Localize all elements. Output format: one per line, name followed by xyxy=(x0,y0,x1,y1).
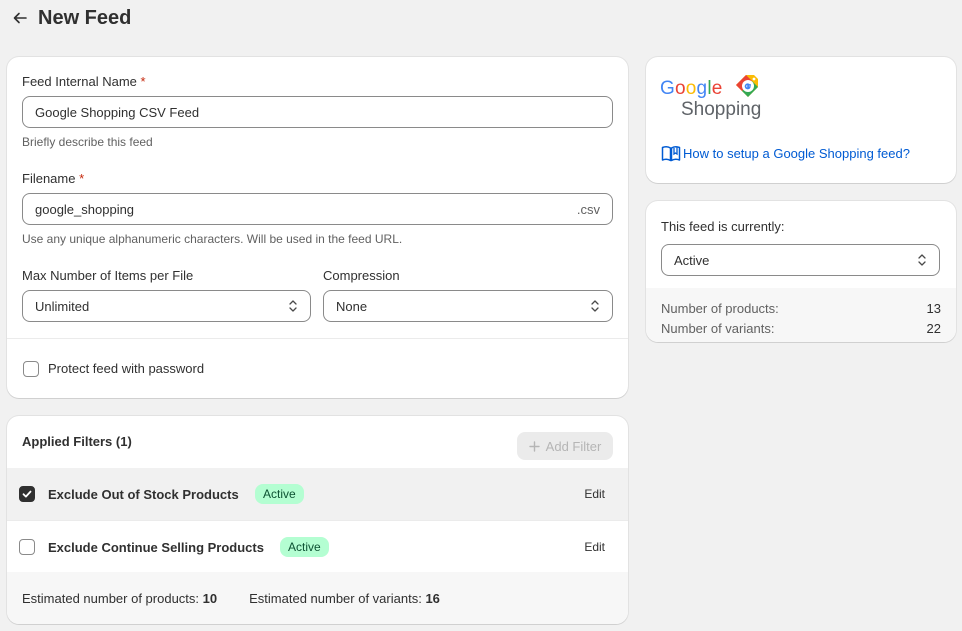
password-checkbox[interactable] xyxy=(23,361,39,377)
shopping-wordmark: Shopping xyxy=(681,99,762,120)
filter-name: Exclude Continue Selling Products xyxy=(48,539,264,555)
back-arrow-icon[interactable] xyxy=(10,8,30,28)
status-stats: Number of products: 13 Number of variant… xyxy=(646,288,956,342)
select-chevron-icon xyxy=(591,300,599,312)
status-label: This feed is currently: xyxy=(661,219,785,234)
max-items-select[interactable]: Unlimited xyxy=(22,290,311,322)
feed-name-label: Feed Internal Name * xyxy=(22,74,146,89)
est-products-value: 10 xyxy=(202,590,218,606)
add-filter-button[interactable]: Add Filter xyxy=(517,432,613,460)
status-badge: Active xyxy=(255,484,304,504)
applied-filters-card: Applied Filters (1) Add Filter Exclude O… xyxy=(7,416,628,624)
plus-icon xyxy=(528,440,540,452)
page-header: New Feed xyxy=(10,4,131,32)
edit-filter-link[interactable]: Edit xyxy=(584,540,605,554)
feed-name-help: Briefly describe this feed xyxy=(22,135,153,149)
est-variants-label: Estimated number of variants: xyxy=(249,590,422,606)
compression-select[interactable]: None xyxy=(323,290,613,322)
status-badge: Active xyxy=(280,537,329,557)
variants-count-row: Number of variants: 22 xyxy=(661,318,941,338)
select-chevron-icon xyxy=(918,254,926,266)
variants-count-label: Number of variants: xyxy=(661,320,775,336)
google-wordmark: Google xyxy=(660,78,723,99)
edit-filter-link[interactable]: Edit xyxy=(584,487,605,501)
filename-input[interactable]: google_shopping .csv xyxy=(22,193,613,225)
select-chevron-icon xyxy=(289,300,297,312)
compression-label: Compression xyxy=(323,268,400,283)
setup-guide-link[interactable]: How to setup a Google Shopping feed? xyxy=(661,145,910,162)
filter-name: Exclude Out of Stock Products xyxy=(48,486,239,502)
filename-help: Use any unique alphanumeric characters. … xyxy=(22,232,403,246)
filename-label: Filename * xyxy=(22,171,85,186)
feed-name-input[interactable]: Google Shopping CSV Feed xyxy=(22,96,613,128)
filter-checkbox[interactable] xyxy=(19,486,35,502)
products-count-label: Number of products: xyxy=(661,300,779,316)
est-products-label: Estimated number of products: xyxy=(22,590,200,606)
checkmark-icon xyxy=(22,490,32,498)
filter-row[interactable]: Exclude Continue Selling Products Active… xyxy=(7,521,628,573)
page-title: New Feed xyxy=(38,6,132,29)
feed-status-card: This feed is currently: Active Number of… xyxy=(646,201,956,342)
applied-filters-heading: Applied Filters (1) xyxy=(22,434,132,449)
filter-row[interactable]: Exclude Out of Stock Products Active Edi… xyxy=(7,468,628,520)
max-items-label: Max Number of Items per File xyxy=(22,268,194,283)
est-variants-value: 16 xyxy=(425,590,440,606)
book-icon xyxy=(661,146,681,162)
shopping-tag-icon xyxy=(736,75,758,97)
filename-suffix: .csv xyxy=(576,201,600,217)
products-count-value: 13 xyxy=(926,300,941,316)
status-select[interactable]: Active xyxy=(661,244,940,276)
google-shopping-logo: Google Shopping xyxy=(660,75,770,123)
password-label: Protect feed with password xyxy=(48,361,205,376)
estimates-footer: Estimated number of products: 10 Estimat… xyxy=(7,572,628,624)
divider xyxy=(7,338,628,339)
variants-count-value: 22 xyxy=(926,320,941,336)
filter-checkbox[interactable] xyxy=(19,539,35,555)
products-count-row: Number of products: 13 xyxy=(661,298,941,318)
google-shopping-card: Google Shopping How to setup a Google Sh… xyxy=(646,57,956,183)
feed-settings-card: Feed Internal Name * Google Shopping CSV… xyxy=(7,57,628,398)
